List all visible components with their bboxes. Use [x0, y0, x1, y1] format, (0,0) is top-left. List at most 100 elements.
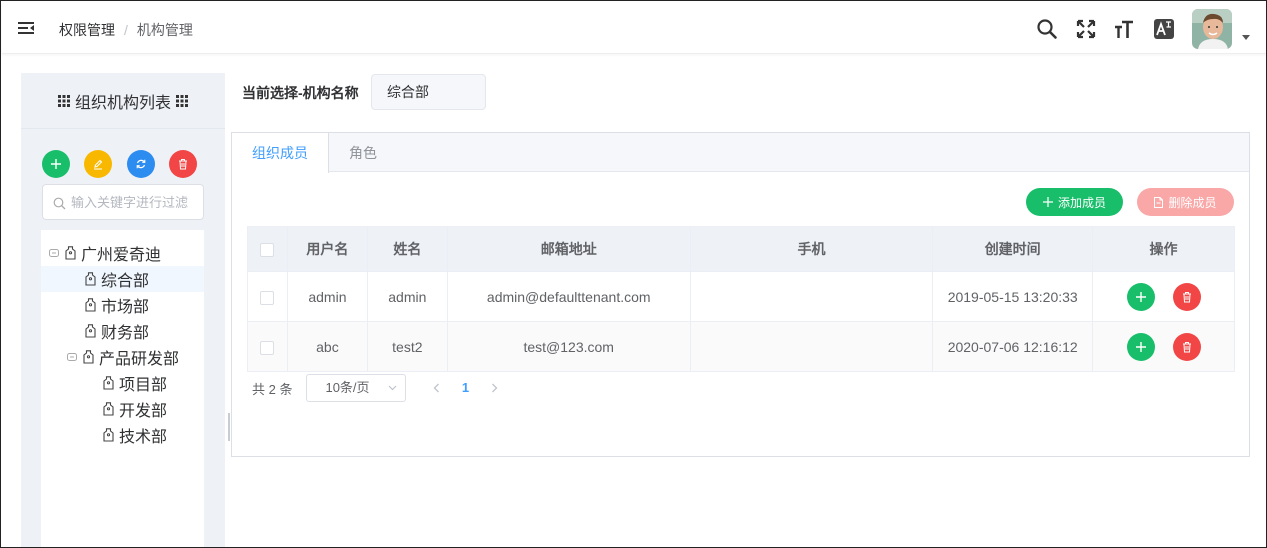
tab-members[interactable]: 组织成员 [232, 133, 329, 173]
cell-phone [689, 271, 934, 322]
delete-org-button[interactable] [169, 150, 197, 178]
add-member-button[interactable]: 添加成员 [1026, 188, 1123, 216]
search-icon [53, 197, 66, 210]
collapse-toggle-icon[interactable] [49, 248, 59, 258]
tree-node-guangzhou[interactable]: 广州爱奇迪 [41, 240, 204, 266]
tag-icon [103, 428, 114, 442]
tree-node-marketing[interactable]: 市场部 [41, 292, 204, 318]
column-header-name[interactable]: 姓名 [366, 226, 448, 272]
row-checkbox[interactable] [260, 340, 275, 355]
row-add-button[interactable] [1126, 332, 1155, 361]
page-number-current[interactable]: 1 [450, 374, 480, 402]
avatar-dropdown-caret-icon[interactable] [1242, 35, 1250, 40]
breadcrumb-separator: / [124, 22, 128, 38]
refresh-icon [136, 159, 146, 169]
plus-icon [51, 159, 61, 169]
pagination: 共 2 条 10条/页 1 [252, 374, 508, 402]
tree-node-project[interactable]: 项目部 [41, 370, 204, 396]
tag-icon [103, 402, 114, 416]
tag-icon [85, 272, 96, 286]
row-select-cell [247, 321, 288, 372]
pencil-icon [94, 159, 103, 170]
table-header-row: 用户名 姓名 邮箱地址 手机 创建时间 操作 [247, 226, 1235, 272]
cell-name: admin [366, 271, 448, 322]
column-header-username[interactable]: 用户名 [286, 226, 368, 272]
tab-roles[interactable]: 角色 [329, 133, 397, 173]
add-member-label: 添加成员 [1057, 195, 1106, 210]
panel-resize-handle[interactable] [228, 413, 230, 441]
column-header-created[interactable]: 创建时间 [932, 226, 1094, 272]
trash-icon [179, 159, 187, 170]
cell-actions [1092, 321, 1235, 372]
plus-icon [1135, 341, 1146, 352]
tabs-header: 组织成员 角色 [232, 133, 1249, 173]
tree-node-label: 综合部 [101, 273, 150, 290]
org-tree-title-bar: 组织机构列表 [21, 73, 225, 129]
chevron-left-icon [433, 383, 439, 393]
tree-node-label: 开发部 [119, 403, 168, 420]
cell-username: admin [286, 271, 368, 322]
row-delete-button[interactable] [1172, 282, 1201, 311]
tree-node-technology[interactable]: 技术部 [41, 422, 204, 448]
fullscreen-icon[interactable] [1075, 18, 1097, 40]
tree-node-label: 广州爱奇迪 [81, 247, 162, 264]
plus-icon [1135, 291, 1146, 302]
row-checkbox[interactable] [260, 290, 275, 305]
select-all-cell [247, 226, 288, 272]
cell-email: test@123.com [446, 321, 691, 372]
table-row[interactable]: admin admin admin@defaulttenant.com 2019… [247, 271, 1235, 322]
cell-name: test2 [366, 321, 448, 372]
page-size-select[interactable]: 10条/页 [306, 374, 407, 402]
prev-page-button[interactable] [422, 374, 450, 402]
delete-member-button[interactable]: 删除成员 [1137, 188, 1234, 216]
edit-org-button[interactable] [84, 150, 112, 178]
menu-toggle-icon[interactable] [17, 19, 35, 37]
tree-node-label: 技术部 [119, 429, 168, 446]
trash-icon [1182, 291, 1191, 302]
cell-phone [689, 321, 934, 372]
refresh-org-button[interactable] [127, 150, 155, 178]
breadcrumb-item-organization: 机构管理 [136, 22, 193, 38]
chevron-down-icon [389, 385, 397, 391]
cell-created: 2019-05-15 13:20:33 [932, 271, 1094, 322]
column-header-phone[interactable]: 手机 [689, 226, 934, 272]
tree-node-development[interactable]: 开发部 [41, 396, 204, 422]
page-size-value: 10条/页 [325, 380, 370, 395]
table-row[interactable]: abc test2 test@123.com 2020-07-06 12:16:… [247, 321, 1235, 372]
tree-node-rnd[interactable]: 产品研发部 [41, 344, 204, 370]
translate-icon[interactable] [1153, 18, 1175, 40]
pagination-total: 共 2 条 [252, 381, 293, 397]
add-org-button[interactable] [42, 150, 70, 178]
row-add-button[interactable] [1126, 282, 1155, 311]
org-tree-title: 组织机构列表 [74, 94, 171, 112]
tag-icon [65, 246, 76, 260]
user-avatar[interactable] [1192, 9, 1232, 49]
tag-icon [85, 324, 96, 338]
tree-node-general[interactable]: 综合部 [41, 266, 204, 292]
org-search-input[interactable] [71, 185, 199, 219]
members-table: 用户名 姓名 邮箱地址 手机 创建时间 操作 admin admin admin… [247, 226, 1235, 372]
tag-icon [85, 298, 96, 312]
font-size-icon[interactable] [1113, 18, 1135, 40]
selected-org-name-field: 综合部 [371, 74, 486, 110]
cell-created: 2020-07-06 12:16:12 [932, 321, 1094, 372]
search-icon[interactable] [1036, 18, 1058, 40]
column-header-email[interactable]: 邮箱地址 [446, 226, 691, 272]
column-header-actions: 操作 [1092, 226, 1235, 272]
select-all-checkbox[interactable] [260, 243, 275, 258]
grid-icon [176, 94, 188, 107]
cell-username: abc [286, 321, 368, 372]
row-delete-button[interactable] [1172, 332, 1201, 361]
delete-member-label: 删除成员 [1168, 195, 1217, 210]
org-tree: 广州爱奇迪 综合部 市场部 财务部 产品研发部 项目部 开发部 技术部 [41, 230, 204, 547]
next-page-button[interactable] [480, 374, 508, 402]
cell-actions [1092, 271, 1235, 322]
collapse-toggle-icon[interactable] [67, 352, 77, 362]
tree-node-finance[interactable]: 财务部 [41, 318, 204, 344]
tree-node-label: 项目部 [119, 377, 168, 394]
row-select-cell [247, 271, 288, 322]
plus-icon [1042, 197, 1053, 207]
breadcrumb-item-permission[interactable]: 权限管理 [59, 20, 115, 40]
tree-node-label: 财务部 [101, 325, 150, 342]
document-icon [1154, 196, 1164, 208]
